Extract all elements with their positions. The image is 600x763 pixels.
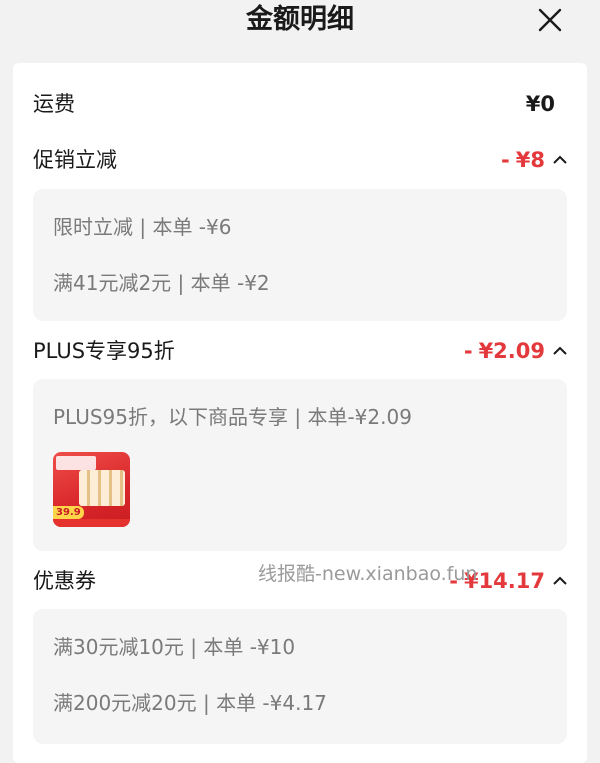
product-price-tag: 39.9 [53, 506, 84, 519]
close-button[interactable] [538, 8, 562, 32]
plus-minus: - [463, 339, 473, 363]
chevron-up-icon[interactable] [553, 576, 567, 586]
plus-amount: - ¥2.09 [464, 335, 567, 367]
promo-row[interactable]: 促销立减 - ¥8 [33, 144, 567, 176]
plus-detail-panel: PLUS95折，以下商品专享 | 本单-¥2.09 39.9 [33, 379, 567, 551]
promo-detail-line: 限时立减 | 本单 -¥6 [53, 215, 232, 239]
promo-amount: - ¥8 [501, 144, 567, 176]
plus-row[interactable]: PLUS专享95折 - ¥2.09 [33, 335, 567, 367]
promo-value: ¥8 [515, 148, 545, 172]
product-thumbnail[interactable]: 39.9 [53, 452, 130, 527]
page-title: 金额明细 [246, 4, 354, 35]
shipping-amount: ¥0 [525, 92, 555, 116]
plus-value: ¥2.09 [478, 339, 545, 363]
plus-label: PLUS专享95折 [33, 339, 175, 363]
promo-label: 促销立减 [33, 148, 117, 172]
coupon-detail-line: 满30元减10元 | 本单 -¥10 [53, 635, 296, 659]
coupon-detail-panel: 满30元减10元 | 本单 -¥10 满200元减20元 | 本单 -¥4.17 [33, 609, 567, 744]
close-icon [538, 8, 562, 32]
watermark: 线报酷-new.xianbao.fun [258, 563, 478, 585]
promo-minus: - [501, 148, 510, 172]
chevron-up-icon[interactable] [553, 155, 567, 165]
shipping-row: 运费 ¥0 [33, 88, 567, 120]
shipping-label: 运费 [33, 92, 75, 116]
coupon-detail-line: 满200元减20元 | 本单 -¥4.17 [53, 691, 327, 715]
chevron-up-icon[interactable] [553, 346, 567, 356]
amount-details-card: 运费 ¥0 促销立减 - ¥8 限时立减 | 本单 -¥6 满41元减2元 | … [13, 63, 587, 763]
coupon-label: 优惠券 [33, 569, 96, 593]
product-image [79, 470, 125, 506]
plus-detail-line: PLUS95折，以下商品专享 | 本单-¥2.09 [53, 405, 412, 429]
promo-detail-panel: 限时立减 | 本单 -¥6 满41元减2元 | 本单 -¥2 [33, 189, 567, 321]
product-brand-tag [56, 456, 96, 470]
header: 金额明细 [0, 0, 600, 48]
promo-detail-line: 满41元减2元 | 本单 -¥2 [53, 271, 270, 295]
product-stripe [53, 519, 130, 527]
